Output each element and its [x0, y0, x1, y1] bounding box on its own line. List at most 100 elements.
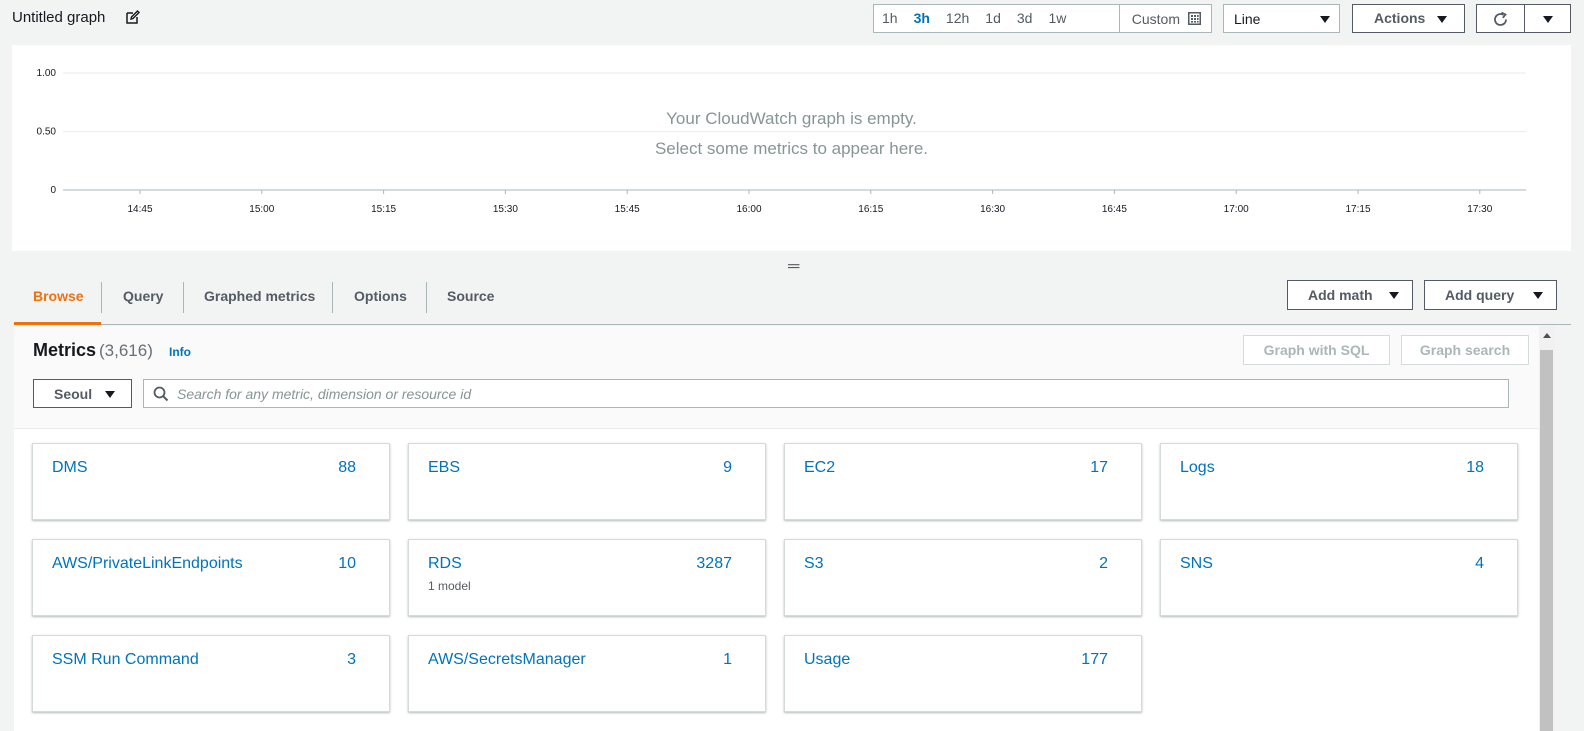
x-tick-label: 15:30 — [493, 204, 518, 215]
tab-divider — [332, 282, 333, 313]
range-3d[interactable]: 3d — [1009, 5, 1041, 32]
namespace-count: 17 — [1090, 459, 1108, 476]
calendar-icon — [1188, 12, 1201, 25]
x-tick-label: 14:45 — [127, 204, 152, 215]
tab-bar: Browse Query Graphed metrics Options Sou… — [14, 278, 1571, 325]
actions-label: Actions — [1374, 10, 1426, 26]
namespace-name[interactable]: RDS — [428, 555, 462, 573]
namespace-name[interactable]: EBS — [428, 459, 460, 477]
tab-options[interactable]: Options — [354, 278, 407, 325]
namespace-count: 2 — [1099, 555, 1108, 572]
namespace-count: 10 — [338, 555, 356, 572]
namespace-card[interactable]: Logs 18 — [1160, 443, 1518, 520]
graph-search-button[interactable]: Graph search — [1401, 335, 1529, 365]
scrollbar[interactable] — [1539, 326, 1555, 731]
namespace-name[interactable]: SNS — [1180, 555, 1213, 573]
namespace-name[interactable]: AWS/PrivateLinkEndpoints — [52, 555, 243, 573]
namespace-card[interactable]: EBS 9 — [408, 443, 766, 520]
namespace-count: 177 — [1081, 651, 1108, 668]
chevron-down-icon — [1533, 292, 1543, 299]
tab-graphed-metrics[interactable]: Graphed metrics — [204, 278, 315, 325]
refresh-button[interactable] — [1476, 4, 1525, 33]
search-icon — [153, 386, 169, 402]
x-tick-label: 16:15 — [858, 204, 883, 215]
region-select[interactable]: Seoul — [33, 379, 132, 408]
region-value: Seoul — [54, 386, 93, 402]
namespace-count: 1 — [723, 651, 732, 668]
namespace-card[interactable]: S3 2 — [784, 539, 1142, 616]
range-1w[interactable]: 1w — [1040, 5, 1074, 32]
x-tick-label: 16:30 — [980, 204, 1005, 215]
x-tick-label: 15:45 — [615, 204, 640, 215]
namespace-name[interactable]: EC2 — [804, 459, 835, 477]
edit-icon[interactable] — [126, 10, 140, 24]
namespace-name[interactable]: DMS — [52, 459, 88, 477]
chevron-down-icon — [1389, 292, 1399, 299]
scroll-up-arrow[interactable] — [1543, 333, 1551, 338]
tab-browse[interactable]: Browse — [14, 278, 101, 325]
tab-query[interactable]: Query — [123, 278, 163, 325]
namespace-subtitle: 1 model — [428, 579, 471, 593]
namespace-card[interactable]: RDS 3287 1 model — [408, 539, 766, 616]
range-12h[interactable]: 12h — [938, 5, 977, 32]
metrics-title: Metrics — [33, 340, 97, 360]
x-tick-label: 17:00 — [1224, 204, 1249, 215]
empty-graph-message: Your CloudWatch graph is empty. — [666, 109, 917, 128]
namespace-count: 88 — [338, 459, 356, 476]
refresh-icon — [1494, 11, 1507, 26]
namespace-card[interactable]: SSM Run Command 3 — [32, 635, 390, 712]
metrics-count: (3,616) — [99, 341, 153, 360]
namespace-count: 4 — [1475, 555, 1484, 572]
graph-panel: 1.00 0.50 0 14:45 15:00 15:15 15:30 15:45 16:00 1… — [12, 45, 1571, 251]
namespace-card[interactable]: EC2 17 — [784, 443, 1142, 520]
chart-type-select[interactable]: Line — [1223, 4, 1340, 33]
custom-range-button[interactable]: Custom — [1118, 5, 1211, 32]
search-input[interactable] — [177, 380, 1497, 407]
x-tick-label: 16:45 — [1102, 204, 1127, 215]
x-tick-label: 15:15 — [371, 204, 396, 215]
range-3h[interactable]: 3h — [906, 5, 938, 32]
empty-graph-hint: Select some metrics to appear here. — [654, 139, 929, 158]
chevron-down-icon — [1543, 16, 1553, 23]
x-tick-label: 17:15 — [1345, 204, 1370, 215]
graph-with-sql-button[interactable]: Graph with SQL — [1243, 335, 1390, 365]
metric-search — [143, 379, 1509, 408]
range-1d[interactable]: 1d — [977, 5, 1009, 32]
metrics-browser: Metrics (3,616) Info Graph with SQL Grap… — [14, 326, 1555, 731]
namespace-card[interactable]: Usage 177 — [784, 635, 1142, 712]
range-1h[interactable]: 1h — [874, 5, 906, 32]
namespace-count: 3287 — [696, 555, 732, 572]
tab-divider — [183, 282, 184, 313]
add-query-button[interactable]: Add query — [1424, 280, 1557, 310]
info-link[interactable]: Info — [169, 345, 191, 359]
namespace-count: 18 — [1466, 459, 1484, 476]
namespace-count: 9 — [723, 459, 732, 476]
tab-divider — [426, 282, 427, 313]
actions-button[interactable]: Actions — [1352, 4, 1465, 33]
add-query-label: Add query — [1445, 287, 1515, 303]
tab-source[interactable]: Source — [447, 278, 494, 325]
chart-type-value: Line — [1234, 11, 1261, 27]
namespace-name[interactable]: S3 — [804, 555, 824, 573]
graph-title[interactable]: Untitled graph — [12, 9, 105, 26]
add-math-label: Add math — [1308, 287, 1373, 303]
chevron-down-icon — [1320, 16, 1330, 23]
custom-range-label: Custom — [1131, 10, 1180, 27]
y-tick-label: 1.00 — [37, 68, 57, 79]
namespace-card[interactable]: SNS 4 — [1160, 539, 1518, 616]
namespace-name[interactable]: SSM Run Command — [52, 651, 199, 669]
namespace-card[interactable]: DMS 88 — [32, 443, 390, 520]
namespace-name[interactable]: Logs — [1180, 459, 1215, 477]
scrollbar-thumb[interactable] — [1540, 350, 1553, 731]
x-tick-label: 16:00 — [736, 204, 761, 215]
metrics-header: Metrics (3,616) Info Graph with SQL Grap… — [14, 326, 1555, 429]
namespace-name[interactable]: AWS/SecretsManager — [428, 651, 586, 669]
y-tick-label: 0 — [50, 185, 56, 196]
tab-divider — [101, 282, 102, 313]
add-math-button[interactable]: Add math — [1287, 280, 1413, 310]
namespace-card[interactable]: AWS/SecretsManager 1 — [408, 635, 766, 712]
namespace-card[interactable]: AWS/PrivateLinkEndpoints 10 — [32, 539, 390, 616]
namespace-name[interactable]: Usage — [804, 651, 850, 669]
resize-handle[interactable]: ═ — [788, 258, 799, 276]
refresh-options-button[interactable] — [1524, 4, 1571, 33]
